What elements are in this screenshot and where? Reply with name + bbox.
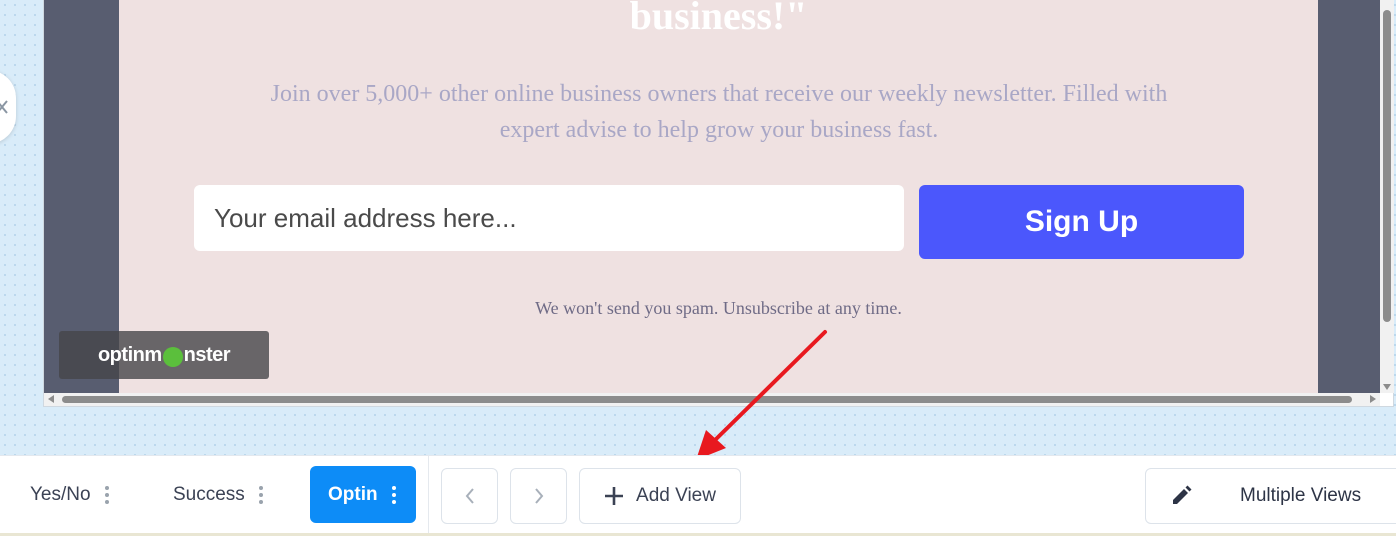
optin-headline[interactable]: business!" xyxy=(119,0,1318,39)
plus-icon xyxy=(605,487,624,505)
spam-note[interactable]: We won't send you spam. Unsubscribe at a… xyxy=(119,298,1318,319)
kebab-menu-icon[interactable] xyxy=(104,485,109,504)
view-tab-success[interactable]: Success xyxy=(173,466,263,523)
views-toolbar: Yes/No Success Optin Add View Multiple V… xyxy=(0,455,1396,536)
scroll-left-icon[interactable] xyxy=(48,395,54,403)
optinmonster-logo[interactable]: optinm nster xyxy=(59,331,269,379)
previous-view-button[interactable] xyxy=(441,468,498,524)
view-tab-label: Success xyxy=(173,483,245,505)
scroll-down-icon[interactable] xyxy=(1383,384,1391,390)
view-tab-yes-no[interactable]: Yes/No xyxy=(30,466,109,523)
view-tab-optin[interactable]: Optin xyxy=(310,466,416,523)
scrollbar-thumb[interactable] xyxy=(1383,10,1391,322)
vertical-scrollbar[interactable] xyxy=(1380,0,1394,393)
view-tab-label: Yes/No xyxy=(30,483,91,505)
kebab-menu-icon[interactable] xyxy=(258,485,263,504)
add-view-label: Add View xyxy=(636,485,716,506)
annotation-arrow xyxy=(696,330,827,460)
chevron-right-icon xyxy=(534,488,543,504)
view-tab-label: Optin xyxy=(328,483,378,505)
multiple-views-button[interactable]: Multiple Views xyxy=(1145,468,1396,524)
monster-icon xyxy=(162,347,183,367)
side-panel-toggle[interactable] xyxy=(0,70,16,144)
pencil-icon xyxy=(1173,485,1192,504)
sign-up-button[interactable]: Sign Up xyxy=(919,185,1244,259)
optin-subtext[interactable]: Join over 5,000+ other online business o… xyxy=(269,76,1169,148)
email-input[interactable] xyxy=(194,185,904,251)
next-view-button[interactable] xyxy=(510,468,567,524)
kebab-menu-icon[interactable] xyxy=(391,485,396,504)
close-icon[interactable] xyxy=(0,100,8,114)
multiple-views-label: Multiple Views xyxy=(1240,485,1362,506)
toolbar-divider xyxy=(428,456,429,536)
logo-text-start: optinm xyxy=(97,343,162,366)
add-view-button[interactable]: Add View xyxy=(579,468,741,524)
chevron-left-icon xyxy=(465,488,474,504)
scroll-right-icon[interactable] xyxy=(1370,395,1376,403)
logo-text-end: nster xyxy=(183,343,231,366)
